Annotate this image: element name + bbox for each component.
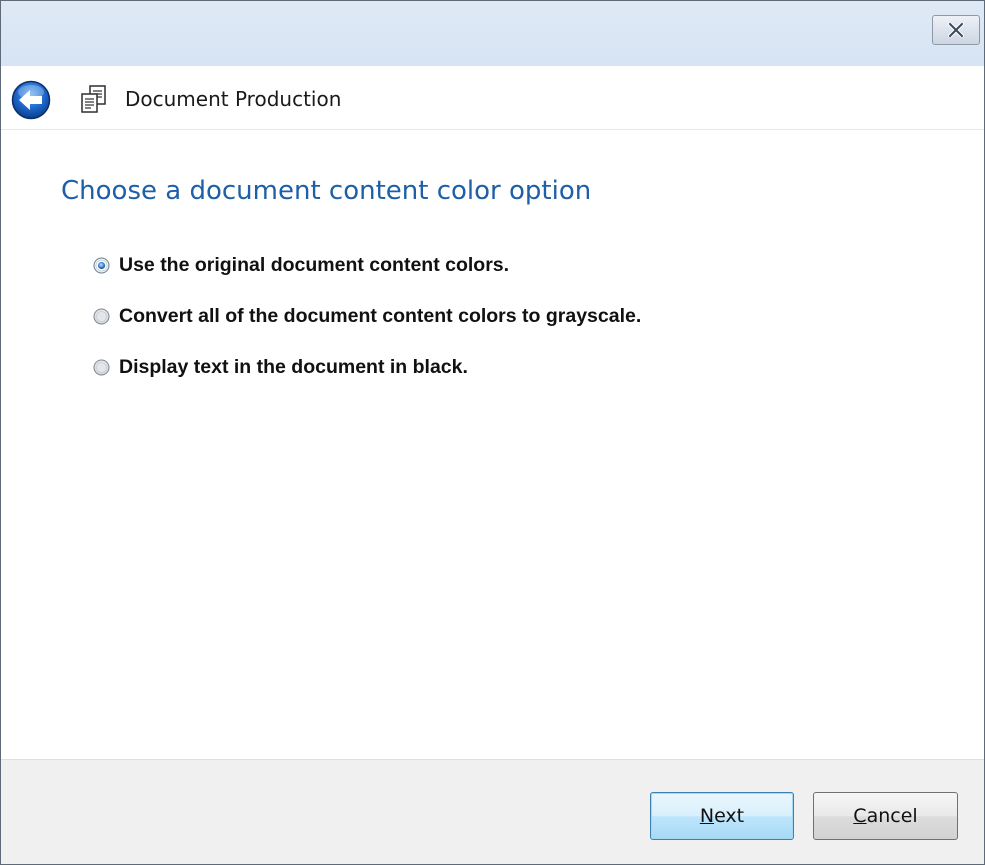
- page-heading: Choose a document content color option: [61, 176, 592, 206]
- option-label: Convert all of the document content colo…: [119, 304, 642, 327]
- radio-selected-icon[interactable]: [93, 257, 110, 274]
- wizard-window: Document Production Choose a document co…: [0, 0, 985, 865]
- option-text-black[interactable]: Display text in the document in black.: [93, 354, 641, 380]
- wizard-header: Document Production: [1, 66, 984, 130]
- next-button[interactable]: Next: [650, 792, 794, 840]
- wizard-footer: Next Cancel: [1, 759, 984, 864]
- radio-unselected-icon[interactable]: [93, 359, 110, 376]
- window-title: Document Production: [125, 87, 342, 111]
- close-x-icon: [948, 23, 964, 37]
- close-button[interactable]: [932, 15, 980, 45]
- document-production-icon: [81, 85, 106, 113]
- wizard-content: Choose a document content color option U…: [1, 130, 984, 760]
- next-label: ext: [714, 805, 745, 827]
- color-option-group: Use the original document content colors…: [93, 252, 641, 405]
- back-arrow-icon[interactable]: [11, 80, 51, 120]
- option-grayscale[interactable]: Convert all of the document content colo…: [93, 303, 641, 329]
- option-label: Use the original document content colors…: [119, 253, 510, 276]
- option-original-colors[interactable]: Use the original document content colors…: [93, 252, 641, 278]
- next-mnemonic: N: [699, 805, 715, 827]
- radio-unselected-icon[interactable]: [93, 308, 110, 325]
- option-label: Display text in the document in black.: [119, 355, 468, 378]
- title-bar: [1, 1, 984, 66]
- cancel-button[interactable]: Cancel: [813, 792, 958, 840]
- cancel-mnemonic: C: [853, 805, 867, 827]
- cancel-label: ancel: [866, 805, 918, 827]
